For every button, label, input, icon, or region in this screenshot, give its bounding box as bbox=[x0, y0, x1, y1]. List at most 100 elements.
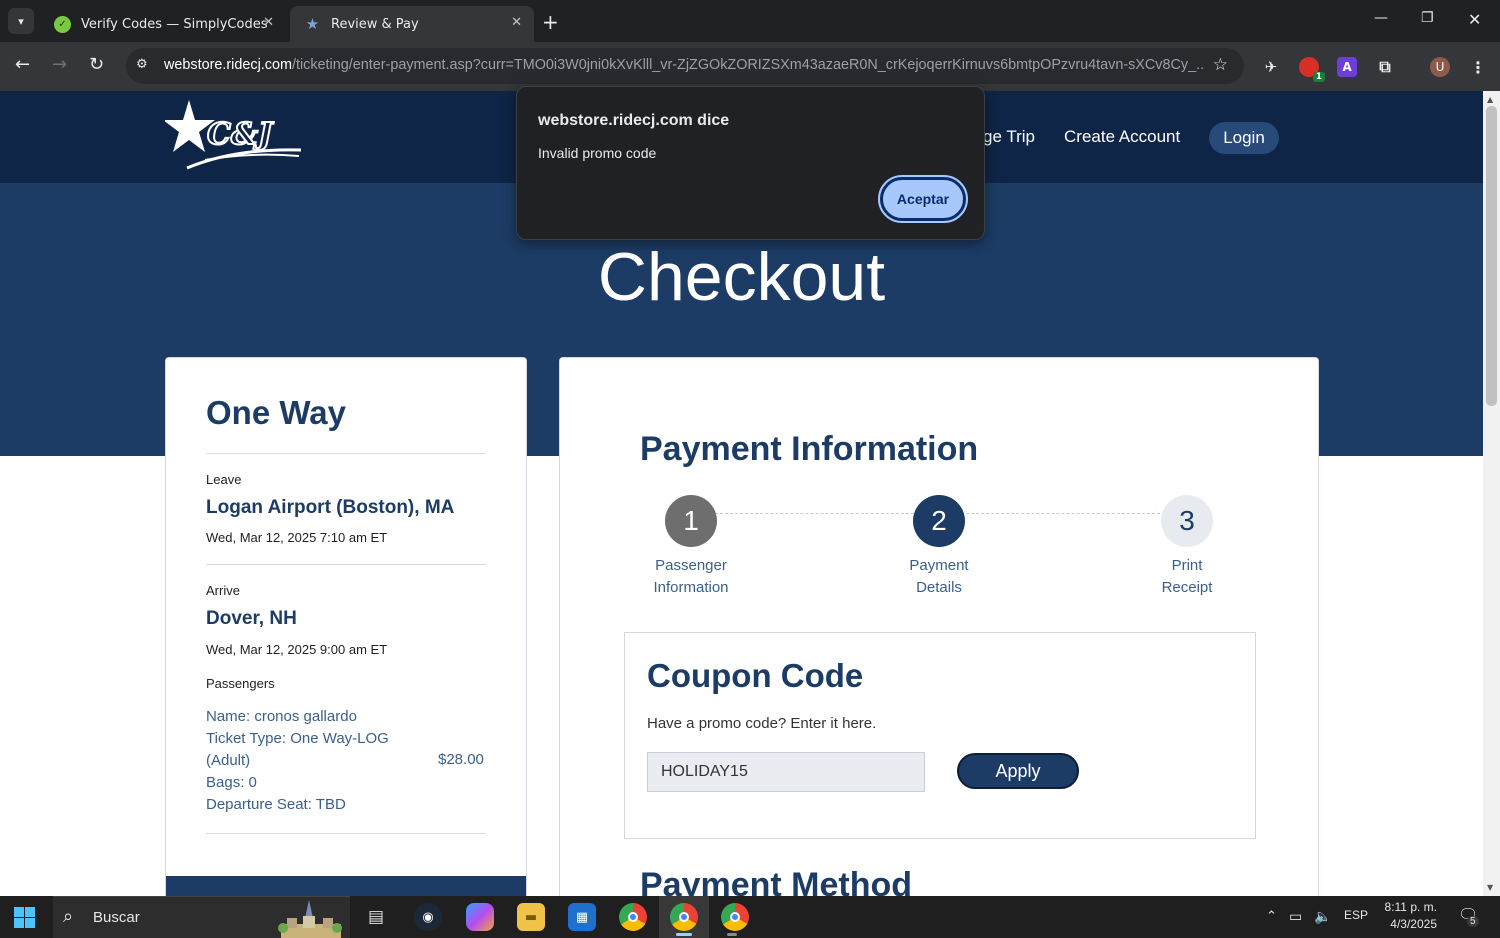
promo-code-input[interactable]: HOLIDAY15 bbox=[647, 752, 925, 792]
close-window-icon[interactable]: ✕ bbox=[1468, 10, 1481, 29]
extensions-puzzle-icon[interactable]: ⧉ bbox=[1375, 57, 1395, 77]
scroll-down-icon[interactable]: ▼ bbox=[1487, 883, 1493, 892]
passenger-ticket-type: Ticket Type: One Way-LOG bbox=[206, 730, 389, 747]
tray-overflow-icon[interactable]: ⌃ bbox=[1266, 908, 1277, 924]
login-button[interactable]: Login bbox=[1209, 122, 1279, 154]
step-1-line1: Passenger bbox=[655, 557, 727, 574]
passenger-seat: Departure Seat: TBD bbox=[206, 796, 346, 813]
taskbar-search[interactable]: ⌕ Buscar bbox=[53, 896, 350, 938]
forward-icon[interactable]: → bbox=[52, 54, 67, 75]
microsoft-store-icon[interactable]: ▦ bbox=[568, 903, 596, 931]
step-1-circle: 1 bbox=[665, 495, 717, 547]
copilot-icon[interactable] bbox=[466, 903, 494, 931]
menu-kebab-icon[interactable]: ⋮ bbox=[1468, 57, 1488, 77]
tab-title: Review & Pay bbox=[331, 16, 419, 32]
clock-date: 4/3/2025 bbox=[1390, 917, 1437, 931]
search-icon: ⌕ bbox=[63, 906, 74, 927]
extension-badge: 1 bbox=[1312, 72, 1325, 82]
chrome-icon[interactable] bbox=[619, 903, 647, 931]
url-text[interactable]: webstore.ridecj.com/ticketing/enter-paym… bbox=[164, 57, 1204, 73]
network-icon[interactable]: ▭ bbox=[1289, 908, 1302, 925]
system-clock[interactable]: 8:11 p. m. 4/3/2025 bbox=[1373, 899, 1437, 933]
browser-toolbar: ← → ↻ ⚙ webstore.ridecj.com/ticketing/en… bbox=[0, 42, 1500, 91]
dialog-title: webstore.ridecj.com dice bbox=[538, 112, 730, 129]
passenger-price: $28.00 bbox=[438, 751, 484, 768]
step-1-line2: Information bbox=[653, 579, 729, 596]
dialog-accept-button[interactable]: Aceptar bbox=[878, 175, 968, 223]
back-icon[interactable]: ← bbox=[15, 54, 30, 75]
scroll-thumb[interactable] bbox=[1486, 106, 1497, 406]
step-2-line1: Payment bbox=[909, 557, 969, 574]
step-3-circle: 3 bbox=[1161, 495, 1213, 547]
divider bbox=[206, 453, 486, 454]
extension-red-icon[interactable]: 1 bbox=[1299, 57, 1325, 82]
arrive-label: Arrive bbox=[206, 583, 240, 598]
windows-taskbar: ⌕ Buscar ▤ ◉ ▬ ▦ ⌃ ▭ 🔈 ESP 8:11 p. m. 4/… bbox=[0, 896, 1500, 938]
chrome-profile-u-icon[interactable] bbox=[670, 903, 698, 931]
reload-icon[interactable]: ↻ bbox=[89, 54, 104, 75]
extension-bird-icon[interactable]: ✈ bbox=[1261, 57, 1281, 77]
extension-a-icon[interactable]: A bbox=[1337, 57, 1357, 77]
coupon-hint: Have a promo code? Enter it here. bbox=[647, 715, 877, 732]
arrive-time: Wed, Mar 12, 2025 9:00 am ET bbox=[206, 642, 388, 657]
tab-title: Verify Codes — SimplyCodes bbox=[81, 16, 268, 32]
divider bbox=[206, 564, 486, 565]
close-tab-icon[interactable]: ✕ bbox=[511, 15, 522, 30]
passenger-name: Name: cronos gallardo bbox=[206, 708, 357, 725]
language-indicator[interactable]: ESP bbox=[1344, 908, 1368, 922]
coupon-heading: Coupon Code bbox=[647, 657, 864, 694]
passenger-bags: Bags: 0 bbox=[206, 774, 257, 791]
leave-label: Leave bbox=[206, 472, 242, 487]
step-2-circle: 2 bbox=[913, 495, 965, 547]
star-favicon-icon: ★ bbox=[305, 15, 320, 33]
leave-time: Wed, Mar 12, 2025 7:10 am ET bbox=[206, 530, 388, 545]
profile-avatar[interactable]: U bbox=[1430, 57, 1450, 77]
tab-verify-codes[interactable]: ✓ Verify Codes — SimplyCodes ✕ bbox=[40, 6, 286, 42]
step-3-line1: Print bbox=[1171, 557, 1203, 574]
search-placeholder: Buscar bbox=[93, 909, 140, 926]
site-info-icon[interactable]: ⚙ bbox=[136, 57, 148, 72]
step-3-label: Print Receipt bbox=[1127, 555, 1247, 599]
bookmark-star-icon[interactable]: ☆ bbox=[1213, 55, 1228, 75]
address-bar[interactable]: ⚙ webstore.ridecj.com/ticketing/enter-pa… bbox=[126, 48, 1244, 84]
page-scrollbar[interactable]: ▲ ▼ bbox=[1483, 91, 1500, 896]
file-explorer-icon[interactable]: ▬ bbox=[517, 903, 545, 931]
apply-coupon-button[interactable]: Apply bbox=[957, 753, 1079, 789]
minimize-icon[interactable]: — bbox=[1374, 10, 1388, 26]
tab-list-button[interactable]: ▾ bbox=[8, 8, 34, 34]
steam-icon[interactable]: ◉ bbox=[414, 903, 442, 931]
volume-icon[interactable]: 🔈 bbox=[1314, 908, 1331, 925]
simplycodes-favicon-icon: ✓ bbox=[54, 15, 71, 33]
step-3-line2: Receipt bbox=[1161, 579, 1213, 596]
payment-card: Payment Information 1 Passenger Informat… bbox=[559, 357, 1319, 904]
page-title: Checkout bbox=[597, 239, 886, 315]
new-tab-button[interactable]: + bbox=[542, 10, 559, 34]
logo-wordmark: C&J bbox=[207, 117, 274, 152]
leave-place: Logan Airport (Boston), MA bbox=[206, 497, 455, 518]
coupon-section: Coupon Code Have a promo code? Enter it … bbox=[624, 632, 1256, 839]
url-host: webstore.ridecj.com bbox=[164, 57, 292, 73]
search-highlight-castle-icon bbox=[278, 900, 342, 938]
scroll-up-icon[interactable]: ▲ bbox=[1487, 95, 1493, 104]
trip-summary-card: One Way Leave Logan Airport (Boston), MA… bbox=[165, 357, 527, 902]
task-view-icon[interactable]: ▤ bbox=[362, 903, 390, 931]
restore-icon[interactable]: ❐ bbox=[1421, 10, 1434, 26]
dialog-message: Invalid promo code bbox=[538, 145, 657, 161]
payment-information-heading: Payment Information bbox=[640, 430, 979, 468]
divider bbox=[206, 833, 486, 834]
nav-manage-trip[interactable]: ge Trip bbox=[983, 127, 1035, 147]
cj-logo[interactable]: C&J bbox=[163, 100, 305, 182]
tab-review-pay[interactable]: ★ Review & Pay ✕ bbox=[290, 6, 534, 42]
cj-logo-icon: C&J bbox=[163, 100, 302, 170]
passengers-label: Passengers bbox=[206, 676, 275, 691]
nav-create-account[interactable]: Create Account bbox=[1064, 127, 1180, 147]
close-tab-icon[interactable]: ✕ bbox=[263, 15, 274, 30]
step-1-label: Passenger Information bbox=[631, 555, 751, 599]
windows-start-icon[interactable] bbox=[14, 907, 35, 928]
trip-type-heading: One Way bbox=[206, 394, 346, 431]
step-2-label: Payment Details bbox=[879, 555, 999, 599]
passenger-fare-class: (Adult) bbox=[206, 752, 251, 769]
clock-time: 8:11 p. m. bbox=[1384, 900, 1437, 914]
arrive-place: Dover, NH bbox=[206, 608, 297, 629]
chrome-profile-d-icon[interactable] bbox=[721, 903, 749, 931]
